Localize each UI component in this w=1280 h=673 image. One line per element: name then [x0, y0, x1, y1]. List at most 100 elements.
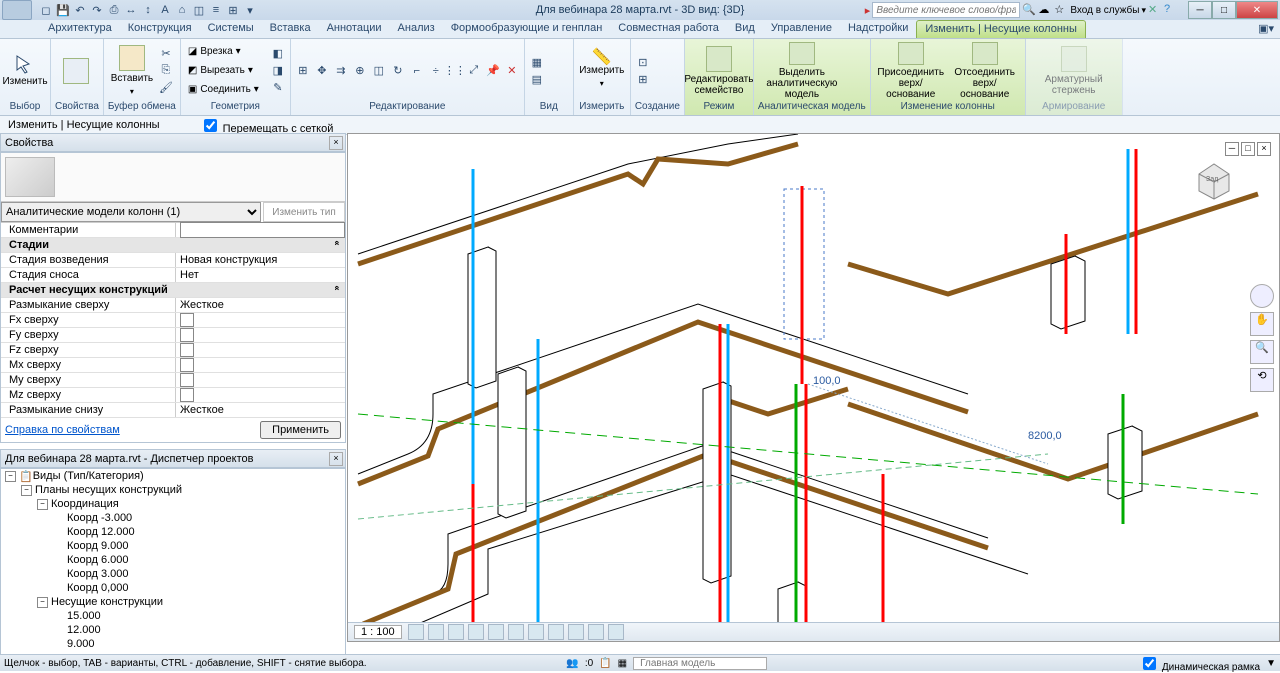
measure-button[interactable]: 📏Измерить▾: [578, 42, 626, 100]
split-icon[interactable]: ÷: [428, 63, 444, 79]
tree-struct[interactable]: Несущие конструкции: [51, 596, 163, 608]
tree-plans[interactable]: Планы несущих конструкций: [35, 484, 182, 496]
join-button[interactable]: ▣Соединить ▾: [185, 81, 262, 99]
properties-header[interactable]: Свойства×: [0, 133, 346, 152]
tab-structure[interactable]: Конструкция: [120, 20, 200, 38]
param-comments-input[interactable]: [180, 222, 345, 238]
3d-view-canvas[interactable]: 100,0 8200,0 Зад ─ □ × ✋ 🔍 ⟲ 1 : 100: [347, 133, 1280, 642]
undo-icon[interactable]: ↶: [72, 2, 88, 18]
param-phase-created-value[interactable]: Новая конструкция: [176, 253, 345, 267]
tab-annotate[interactable]: Аннотации: [319, 20, 390, 38]
tree-item[interactable]: Коорд 0,000: [67, 582, 129, 594]
search-arrow-icon[interactable]: ▸: [865, 4, 871, 17]
param-phase-demo-value[interactable]: Нет: [176, 268, 345, 282]
search-icon[interactable]: 🔍: [1022, 3, 1036, 17]
dimension-2[interactable]: 8200,0: [1028, 430, 1062, 442]
design-options-icon[interactable]: ▦: [618, 658, 627, 669]
dimension-1[interactable]: 100,0: [813, 375, 841, 387]
move-with-grid-checkbox[interactable]: Перемещать с сеткой: [200, 116, 334, 135]
visual-style-icon[interactable]: [428, 624, 444, 640]
ribbon-expand-icon[interactable]: ▣▾: [1252, 20, 1280, 38]
tree-toggle[interactable]: −: [5, 471, 16, 482]
tab-massing[interactable]: Формообразующие и генплан: [443, 20, 611, 38]
zoom-icon[interactable]: 🔍: [1250, 340, 1274, 364]
param-mx-checkbox[interactable]: [180, 358, 194, 372]
filter-icon[interactable]: ▼: [1266, 658, 1276, 669]
create-icon-1[interactable]: ⊡: [635, 54, 651, 70]
editing-requests-icon[interactable]: 📋: [599, 658, 611, 669]
tab-modify-columns[interactable]: Изменить | Несущие колонны: [916, 20, 1086, 38]
copy-icon[interactable]: ⊕: [352, 63, 368, 79]
select-links-checkbox[interactable]: Динамическая рамка: [1139, 654, 1260, 673]
design-option-selector[interactable]: Главная модель: [633, 657, 767, 670]
tab-manage[interactable]: Управление: [763, 20, 840, 38]
param-top-release-value[interactable]: Жесткое: [176, 298, 345, 312]
tab-architecture[interactable]: Архитектура: [40, 20, 120, 38]
create-icon-2[interactable]: ⊞: [635, 71, 651, 87]
redo-icon[interactable]: ↷: [89, 2, 105, 18]
sun-path-icon[interactable]: [448, 624, 464, 640]
properties-help-link[interactable]: Справка по свойствам: [5, 424, 120, 436]
tree-toggle[interactable]: −: [37, 597, 48, 608]
crop-view-icon[interactable]: [508, 624, 524, 640]
signin-button[interactable]: Вход в службы: [1070, 5, 1139, 16]
print-icon[interactable]: ⎙: [106, 2, 122, 18]
scale-icon[interactable]: ⤢: [466, 63, 482, 79]
project-browser-header[interactable]: Для вебинара 28 марта.rvt - Диспетчер пр…: [0, 449, 346, 468]
view-icon-1[interactable]: ▦: [529, 54, 545, 70]
param-fz-checkbox[interactable]: [180, 343, 194, 357]
help-icon[interactable]: ?: [1164, 3, 1178, 17]
tab-view[interactable]: Вид: [727, 20, 763, 38]
view-icon-2[interactable]: ▤: [529, 71, 545, 87]
properties-button[interactable]: [55, 42, 97, 100]
browser-close-icon[interactable]: ×: [329, 452, 343, 466]
highlight-analytical-button[interactable]: Выделить аналитическую модель: [758, 42, 846, 100]
orbit-icon[interactable]: ⟲: [1250, 368, 1274, 392]
tab-insert[interactable]: Вставка: [262, 20, 319, 38]
reveal-hidden-icon[interactable]: [588, 624, 604, 640]
shadows-icon[interactable]: [468, 624, 484, 640]
attach-top-base-button[interactable]: Присоединить верх/основание: [875, 42, 947, 100]
section-icon[interactable]: ◫: [191, 2, 207, 18]
tree-item[interactable]: Коорд 3.000: [67, 568, 129, 580]
cut-icon[interactable]: ✂: [158, 46, 174, 62]
rotate-icon[interactable]: ↻: [390, 63, 406, 79]
param-mz-checkbox[interactable]: [180, 388, 194, 402]
workset-icon[interactable]: 👥: [566, 658, 578, 669]
temp-hide-icon[interactable]: [568, 624, 584, 640]
minimize-button[interactable]: ─: [1188, 1, 1212, 19]
section-phases[interactable]: Стадии: [1, 238, 175, 252]
steering-wheel-icon[interactable]: [1250, 284, 1274, 308]
geom-icon-2[interactable]: ◨: [270, 63, 286, 79]
detail-level-icon[interactable]: [408, 624, 424, 640]
open-icon[interactable]: ◻: [38, 2, 54, 18]
tab-collab[interactable]: Совместная работа: [610, 20, 727, 38]
cope-button[interactable]: ◪Врезка ▾: [185, 43, 262, 61]
apply-button[interactable]: Применить: [260, 421, 341, 439]
star-icon[interactable]: ☆: [1054, 3, 1068, 17]
view-cube[interactable]: Зад: [1184, 149, 1244, 209]
cut-geom-button[interactable]: ◩Вырезать ▾: [185, 62, 262, 80]
edit-family-button[interactable]: Редактировать семейство: [689, 42, 749, 100]
param-fy-checkbox[interactable]: [180, 328, 194, 342]
align-icon[interactable]: ⊞: [295, 63, 311, 79]
tree-item[interactable]: Коорд 6.000: [67, 554, 129, 566]
scale-selector[interactable]: 1 : 100: [354, 625, 402, 639]
geom-icon-3[interactable]: ✎: [270, 80, 286, 96]
search-input[interactable]: [872, 2, 1020, 18]
view-close-icon[interactable]: ×: [1257, 142, 1271, 156]
properties-close-icon[interactable]: ×: [329, 136, 343, 150]
project-browser[interactable]: −📋 Виды (Тип/Категория) −Планы несущих к…: [0, 468, 346, 656]
param-bot-release-value[interactable]: Жесткое: [176, 403, 345, 417]
detach-top-base-button[interactable]: Отсоединить верх/основание: [949, 42, 1021, 100]
match-icon[interactable]: 🖌: [158, 80, 174, 96]
tab-analyze[interactable]: Анализ: [390, 20, 443, 38]
tree-item[interactable]: 12.000: [67, 624, 101, 636]
paste-button[interactable]: Вставить▾: [108, 42, 156, 100]
param-my-checkbox[interactable]: [180, 373, 194, 387]
pin-icon[interactable]: 📌: [485, 63, 501, 79]
section-structural[interactable]: Расчет несущих конструкций: [1, 283, 175, 297]
tree-root[interactable]: Виды (Тип/Категория): [33, 470, 144, 482]
comm-icon[interactable]: ☁: [1038, 3, 1052, 17]
type-selector[interactable]: Аналитические модели колонн (1): [1, 202, 261, 222]
